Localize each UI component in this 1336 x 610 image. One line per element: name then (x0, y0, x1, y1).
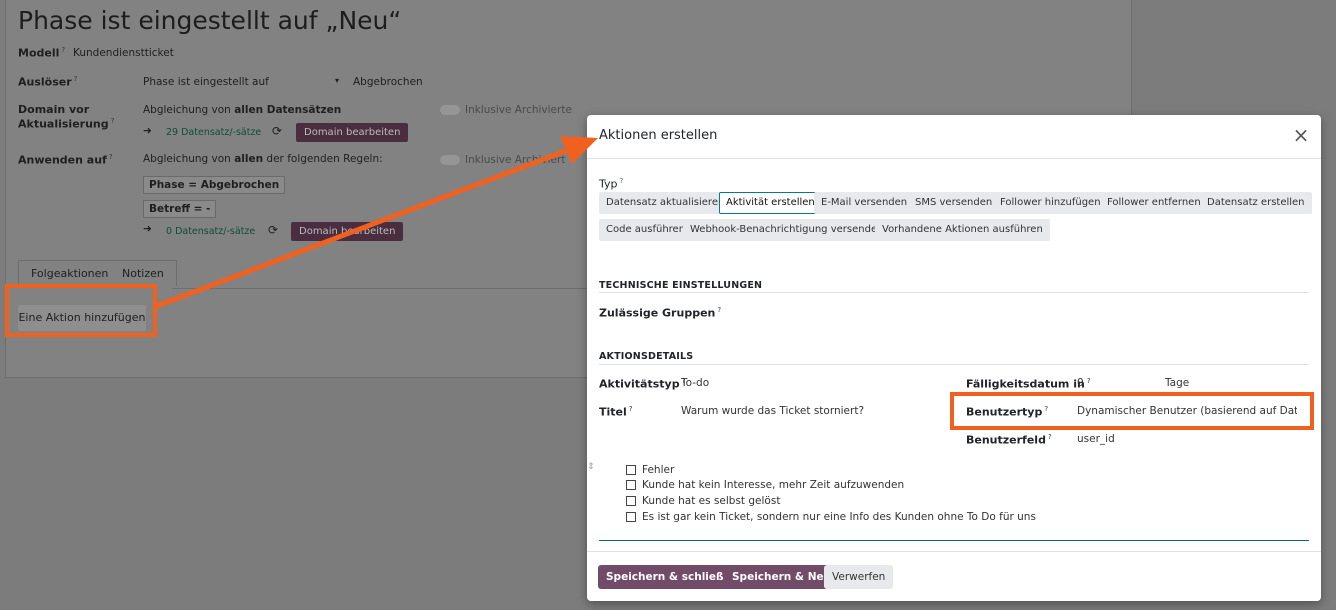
annotation-arrow (154, 136, 598, 309)
